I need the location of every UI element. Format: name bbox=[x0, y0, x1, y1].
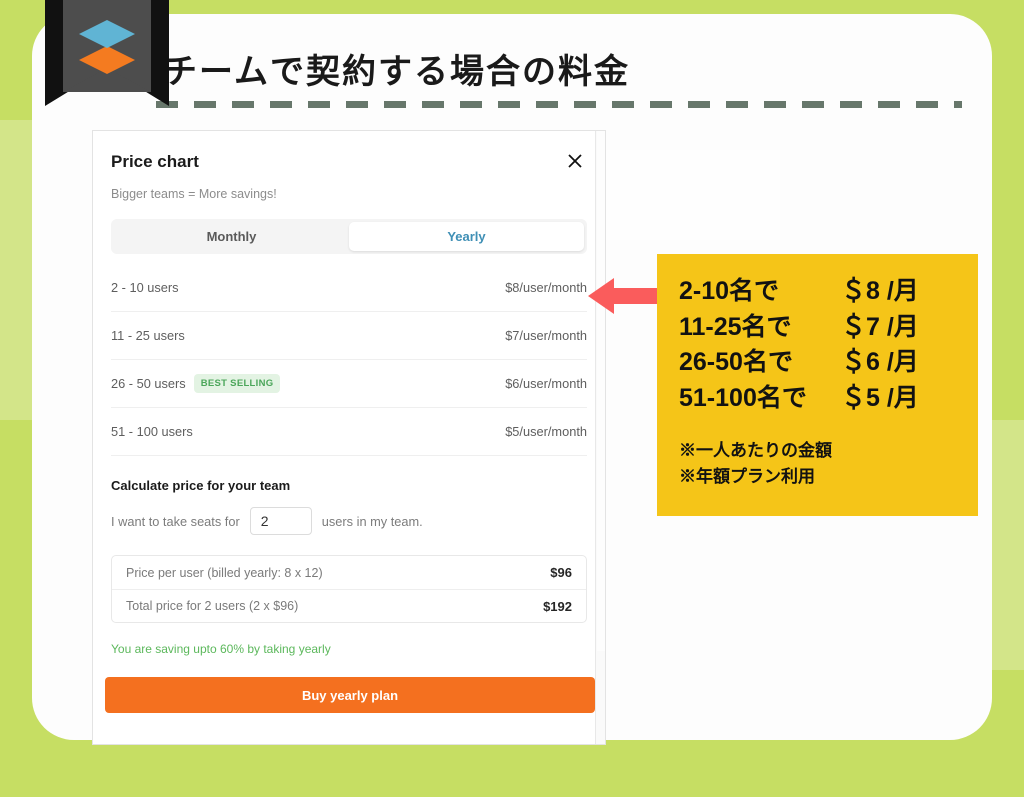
tier-price: $6/user/month bbox=[505, 376, 587, 391]
calculator-title: Calculate price for your team bbox=[111, 478, 291, 493]
summary-value: $96 bbox=[550, 565, 572, 580]
tab-monthly[interactable]: Monthly bbox=[114, 222, 349, 251]
summary-value: $192 bbox=[543, 598, 572, 614]
card-scrollbar-thumb[interactable] bbox=[597, 131, 605, 651]
seat-calculator-row: I want to take seats for users in my tea… bbox=[111, 507, 587, 535]
tier-list: 2 - 10 users $8/user/month 11 - 25 users… bbox=[111, 264, 587, 456]
table-row: Total price for 2 users (2 x $96) $192 bbox=[112, 589, 586, 622]
callout-price: ＄6 /月 bbox=[841, 348, 919, 376]
callout-note: ※一人あたりの金額 bbox=[679, 441, 832, 460]
callout-range: 51-100名で bbox=[679, 383, 807, 412]
tier-price: $5/user/month bbox=[505, 424, 587, 439]
status-badge: BEST SELLING bbox=[193, 374, 281, 393]
close-icon[interactable] bbox=[564, 150, 586, 172]
seat-count-input[interactable] bbox=[249, 507, 312, 535]
tier-price: $8/user/month bbox=[505, 280, 587, 295]
slide-canvas: チームで契約する場合の料金 Price chart Bigger teams =… bbox=[0, 0, 1024, 797]
page-title: チームで契約する場合の料金 bbox=[163, 53, 630, 91]
calculator-prefix-label: I want to take seats for bbox=[111, 513, 240, 529]
left-arrow-icon bbox=[588, 277, 660, 315]
tier-price: $7/user/month bbox=[505, 328, 587, 343]
tier-range: 26 - 50 users bbox=[111, 376, 186, 391]
table-row: 11 - 25 users $7/user/month bbox=[111, 312, 587, 360]
buy-yearly-plan-button[interactable]: Buy yearly plan bbox=[105, 677, 595, 713]
price-chart-card: Price chart Bigger teams = More savings!… bbox=[92, 130, 606, 745]
callout-line: 11-25名で ＄7 /月 bbox=[679, 310, 956, 346]
table-row: Price per user (billed yearly: 8 x 12) $… bbox=[112, 556, 586, 589]
callout-line: 51-100名で ＄5 /月 bbox=[679, 381, 956, 417]
card-subtitle: Bigger teams = More savings! bbox=[111, 187, 277, 201]
bookmark-ribbon-icon bbox=[45, 0, 169, 106]
callout-price: ＄8 /月 bbox=[841, 277, 919, 305]
summary-label: Price per user (billed yearly: 8 x 12) bbox=[126, 565, 323, 580]
billing-period-toggle: Monthly Yearly bbox=[111, 219, 587, 254]
savings-note: You are saving upto 60% by taking yearly bbox=[111, 642, 331, 656]
callout-price: ＄7 /月 bbox=[841, 312, 919, 341]
callout-range: 2-10名で bbox=[679, 277, 780, 305]
callout-line: 2-10名で ＄8 /月 bbox=[679, 274, 956, 310]
callout-range: 11-25名で bbox=[679, 312, 792, 341]
background-shape-top bbox=[600, 150, 780, 240]
tier-range: 2 - 10 users bbox=[111, 280, 179, 295]
table-row: 51 - 100 users $5/user/month bbox=[111, 408, 587, 456]
callout-range: 26-50名で bbox=[679, 348, 793, 376]
callout-price: ＄5 /月 bbox=[841, 383, 919, 412]
tier-range: 51 - 100 users bbox=[111, 424, 193, 439]
annotation-callout: 2-10名で ＄8 /月 11-25名で ＄7 /月 26-50名で ＄6 /月… bbox=[657, 254, 978, 516]
summary-label: Total price for 2 users (2 x $96) bbox=[126, 599, 299, 613]
table-row: 2 - 10 users $8/user/month bbox=[111, 264, 587, 312]
callout-notes: ※一人あたりの金額 ※年額プラン利用 bbox=[679, 438, 956, 489]
card-scrollbar[interactable] bbox=[595, 131, 605, 744]
title-underline-dashes bbox=[156, 101, 962, 108]
tier-range: 11 - 25 users bbox=[111, 328, 185, 343]
table-row: 26 - 50 users BEST SELLING $6/user/month bbox=[111, 360, 587, 408]
callout-note: ※年額プラン利用 bbox=[679, 466, 815, 486]
price-summary-table: Price per user (billed yearly: 8 x 12) $… bbox=[111, 555, 587, 623]
calculator-suffix-label: users in my team. bbox=[321, 513, 423, 529]
tab-yearly[interactable]: Yearly bbox=[349, 222, 584, 251]
callout-line: 26-50名で ＄6 /月 bbox=[679, 345, 956, 381]
card-title: Price chart bbox=[111, 152, 199, 171]
